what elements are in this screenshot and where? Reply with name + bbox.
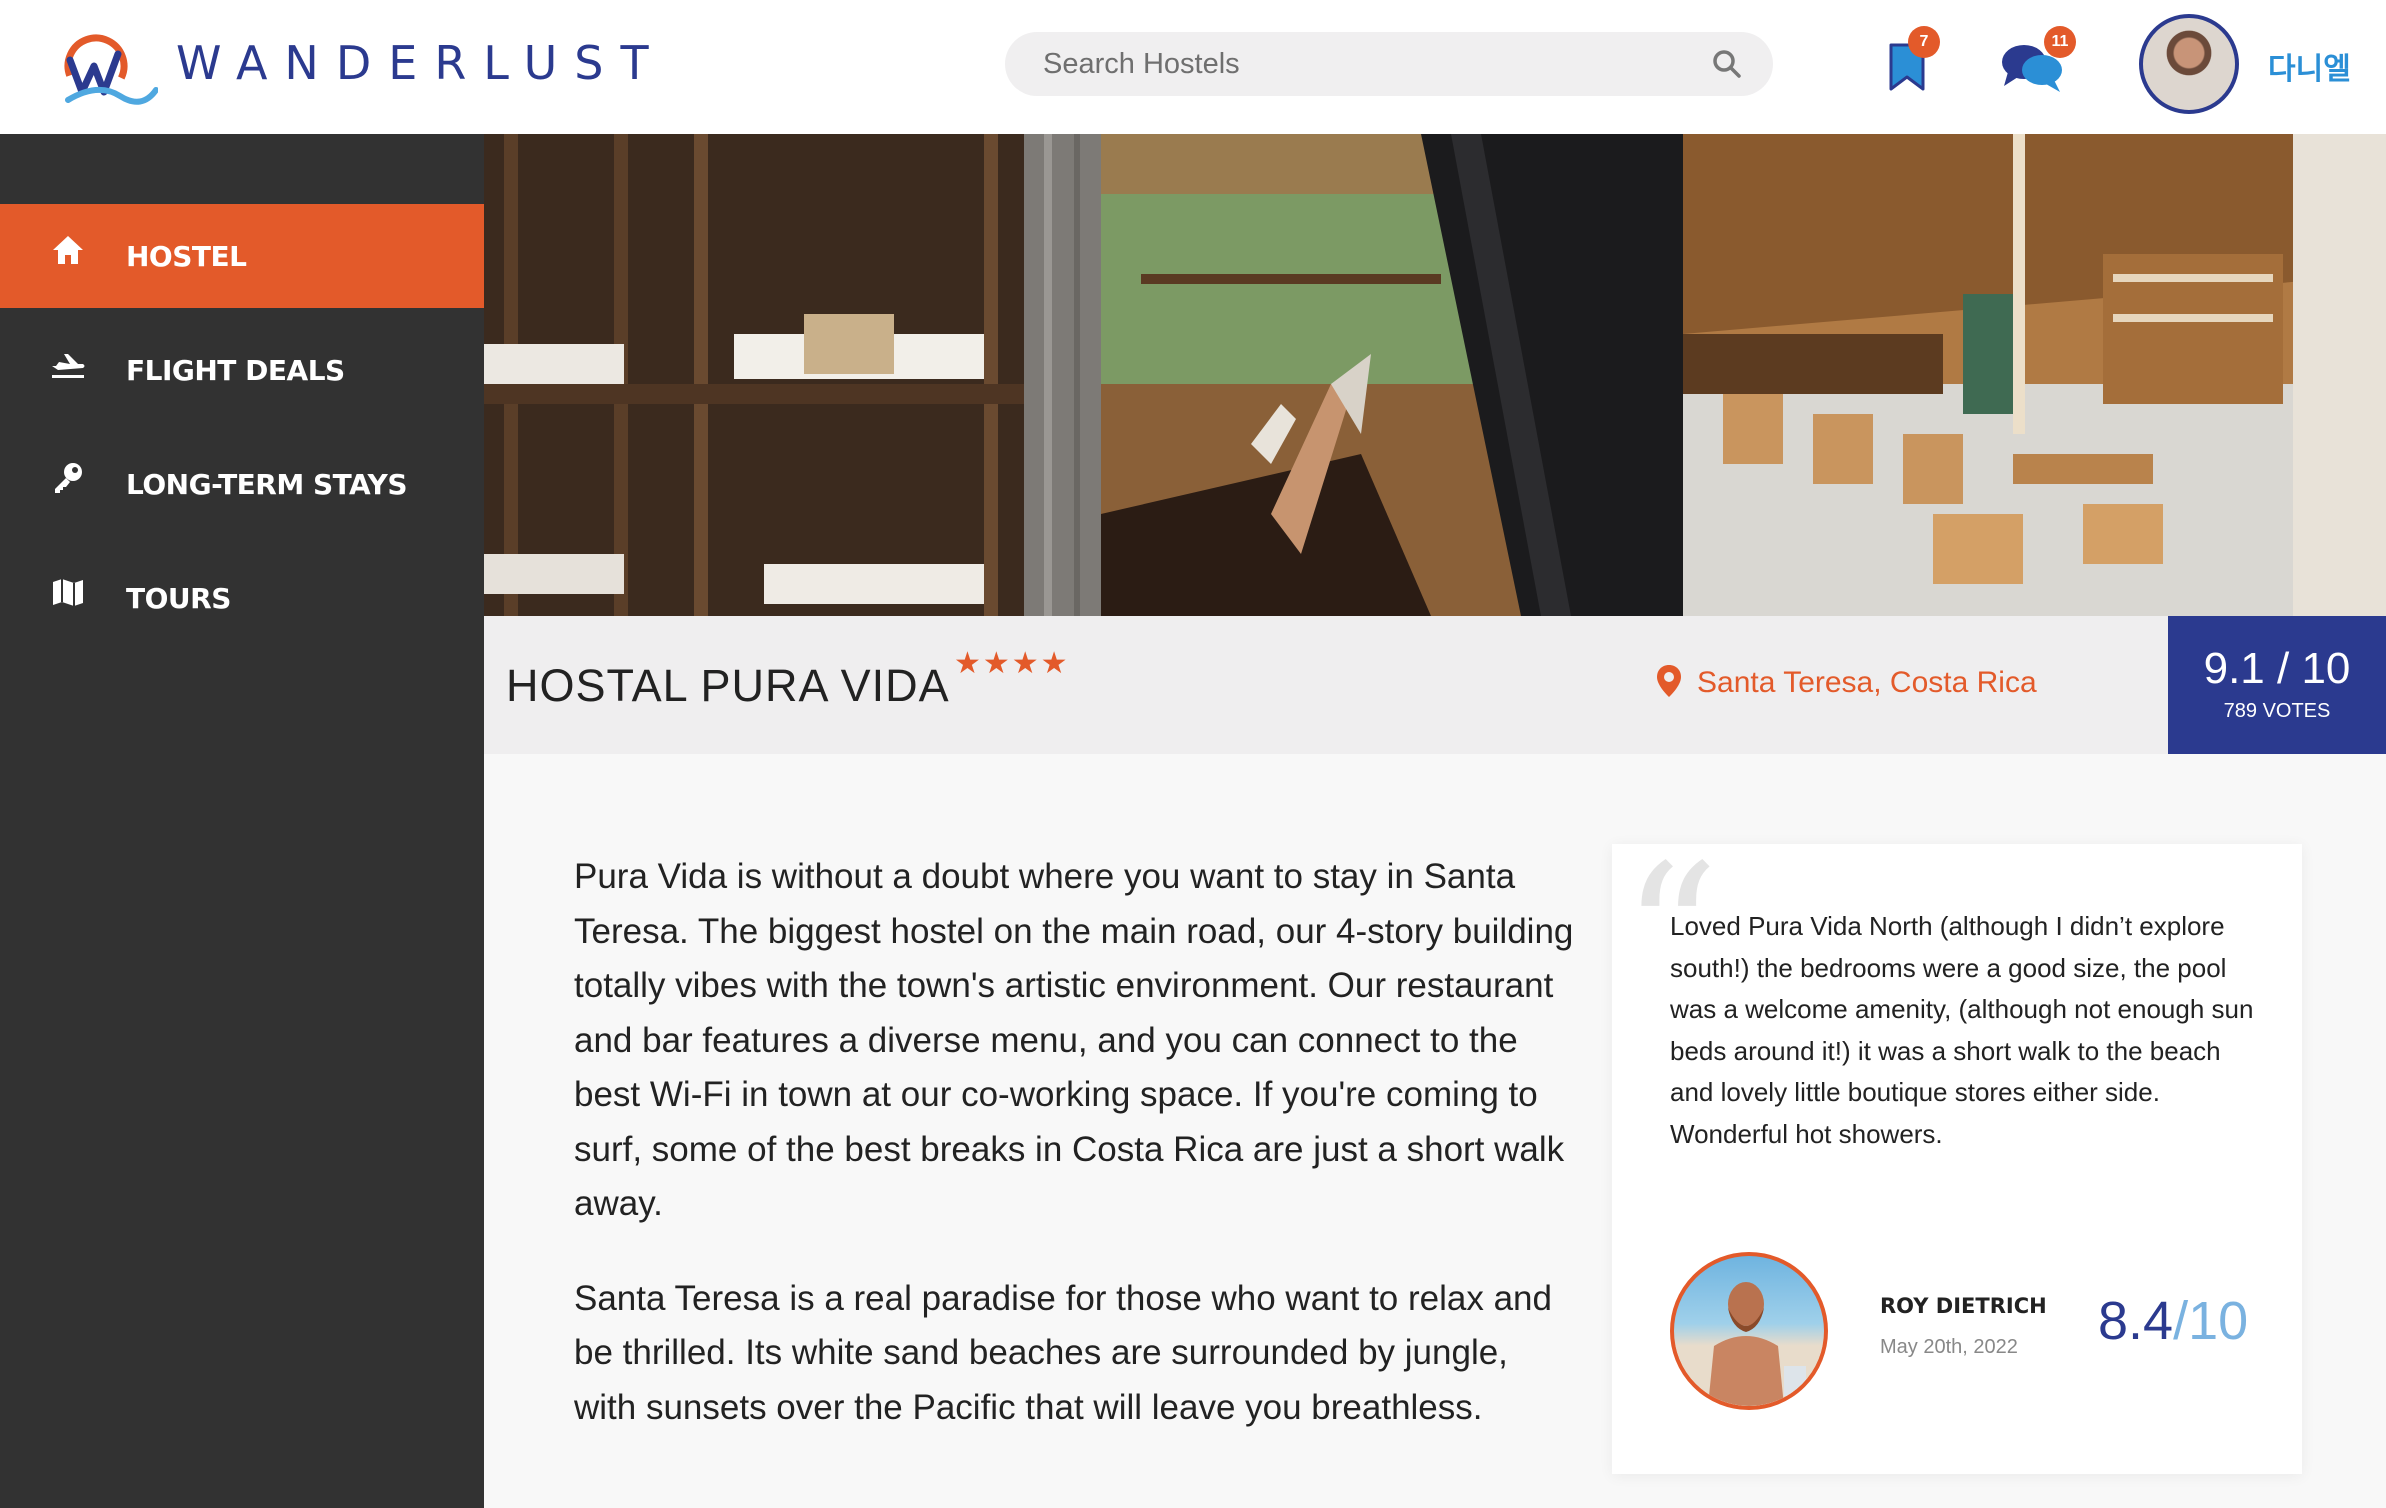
review-score: 8.4/10 [2098,1290,2248,1352]
review-score-value: 8.4 [2098,1291,2174,1351]
bookmarks-badge: 7 [1908,26,1940,58]
overall-score-box: 9.1 / 10 789 VOTES [2168,616,2386,754]
plane-icon [52,354,85,378]
description-paragraph: Pura Vida is without a doubt where you w… [574,857,1574,1223]
sidebar-item-hostel[interactable]: HOSTEL [0,204,484,308]
review-score-denominator: /10 [2173,1291,2249,1351]
review-card: “ Loved Pura Vida North (although I didn… [1612,840,2302,1474]
hostel-details: Pura Vida is without a doubt where you w… [484,754,2386,1508]
review-date: May 20th, 2022 [1880,1336,2018,1358]
description-paragraph: Santa Teresa is a real paradise for thos… [574,1278,1552,1427]
bookmarks-button[interactable]: 7 [1884,26,1944,96]
search-icon[interactable] [1711,48,1743,80]
sidebar-item-tours[interactable]: TOURS [0,546,484,650]
sidebar-item-flight-deals[interactable]: FLIGHT DEALS [0,318,484,422]
reviewer-name[interactable]: ROY DIETRICH [1880,1294,2047,1318]
wanderlust-logo-icon[interactable] [58,30,158,108]
home-icon [53,236,83,264]
key-icon [55,463,82,493]
gallery-photo-hammock[interactable] [1101,134,1683,616]
photo-gallery [484,134,2386,616]
vote-count: 789 VOTES [2223,700,2331,722]
sidebar-item-label: FLIGHT DEALS [126,353,345,387]
hostel-description: Pura Vida is without a doubt where you w… [574,850,1574,1435]
user-avatar[interactable] [2139,14,2239,114]
search-input[interactable] [1043,32,1683,96]
brand-name[interactable]: WANDERLUST [176,36,666,90]
sidebar-item-long-term-stays[interactable]: LONG-TERM STAYS [0,432,484,536]
review-text: Loved Pura Vida North (although I didn’t… [1670,911,2254,1149]
sidebar-item-label: HOSTEL [126,239,247,273]
messages-button[interactable]: 11 [2000,26,2080,96]
reviewer-avatar[interactable] [1670,1252,1828,1410]
location-pin-icon [1657,665,1681,697]
sidebar: HOSTEL FLIGHT DEALS LONG-TERM STAYS TOUR… [0,134,484,1508]
hostel-location[interactable]: Santa Teresa, Costa Rica [1697,666,2037,700]
username[interactable]: 다니엘 [2268,44,2351,88]
search-bar [1005,32,1773,96]
gallery-photo-lounge[interactable] [1683,134,2386,616]
hostel-title-bar: HOSTAL PURA VIDA ★★★★ Santa Teresa, Cost… [484,616,2386,754]
gallery-photo-dorm[interactable] [484,134,1101,616]
star-rating: ★★★★ [954,647,1070,680]
top-header: WANDERLUST 7 11 다니엘 [0,0,2386,134]
sidebar-item-label: TOURS [126,581,231,615]
overall-score: 9.1 / 10 [2203,644,2351,693]
map-icon [53,579,83,606]
sidebar-item-label: LONG-TERM STAYS [126,467,408,501]
hostel-name: HOSTAL PURA VIDA [506,660,950,711]
messages-badge: 11 [2044,26,2076,58]
